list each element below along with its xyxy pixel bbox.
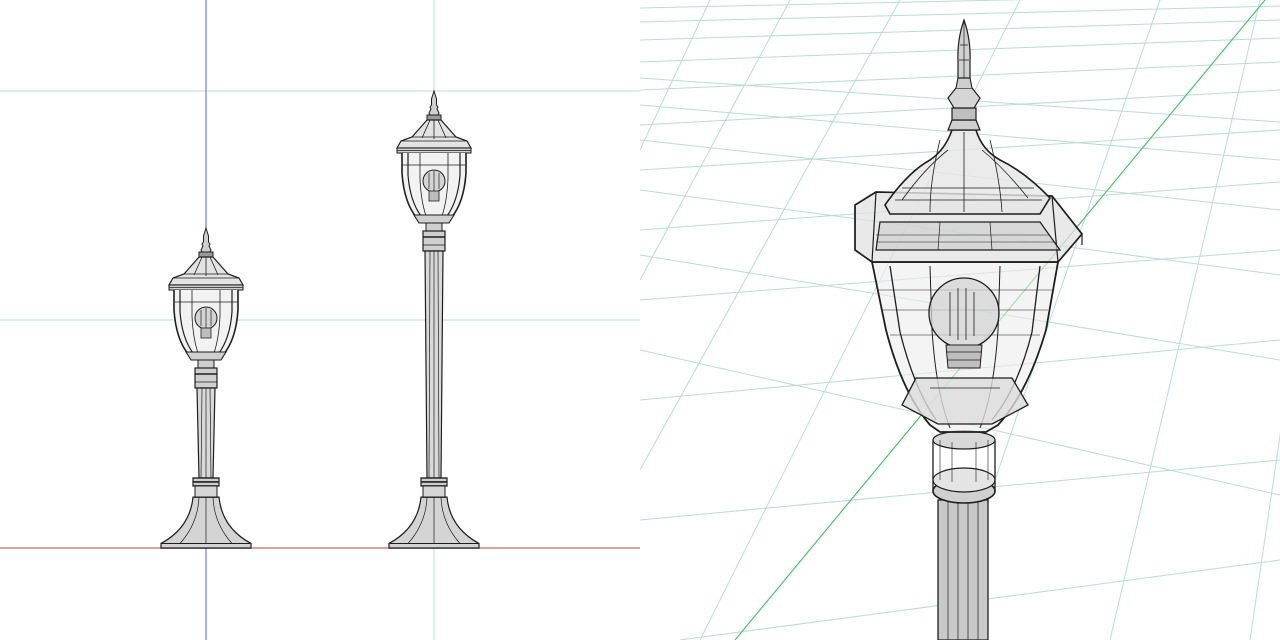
perspective-view-canvas bbox=[640, 0, 1280, 640]
lantern-head-close-up[interactable] bbox=[854, 18, 1084, 640]
short-lamp-post[interactable] bbox=[160, 227, 252, 549]
perspective-view-viewport[interactable] bbox=[640, 0, 1280, 640]
front-view-viewport[interactable] bbox=[0, 0, 640, 640]
ortho-grid-lines bbox=[0, 0, 640, 640]
front-view-canvas bbox=[0, 0, 640, 640]
